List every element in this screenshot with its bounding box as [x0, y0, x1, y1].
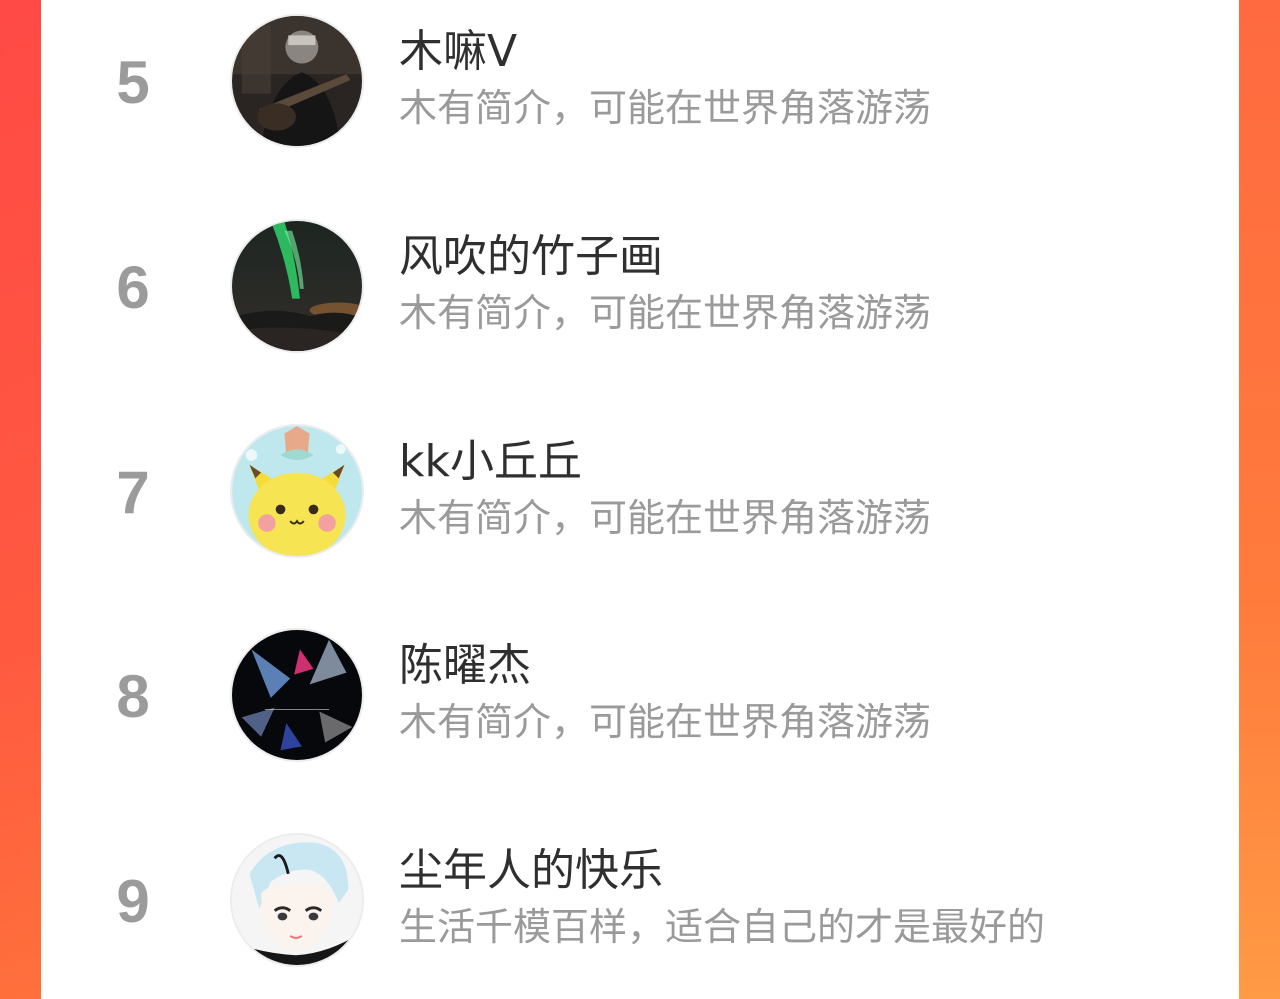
background-accent-right [1238, 0, 1280, 999]
rank-number: 6 [116, 254, 150, 321]
ranking-list-item[interactable]: 8 陈曜杰 木有简介，可能在世界角落游荡 [41, 628, 1239, 778]
user-bio: 木有简介，可能在世界角落游荡 [399, 291, 932, 335]
aurora-landscape-avatar[interactable] [230, 219, 364, 353]
user-name: 风吹的竹子画 [399, 231, 663, 282]
ranking-list-item[interactable]: 5 木嘛V 木有简介，可能在世界角落游荡 [41, 14, 1239, 164]
rank-number: 5 [116, 49, 150, 116]
user-bio: 木有简介，可能在世界角落游荡 [399, 86, 932, 130]
user-bio: 木有简介，可能在世界角落游荡 [399, 700, 932, 744]
ranking-card: 5 木嘛V 木有简介，可能在世界角落游荡 6 风吹的竹子画 木有简介，可能在世界… [41, 0, 1239, 999]
ranking-list-item[interactable]: 9 尘年人的快乐 生活千模百样，适合自己的才是最好的 [41, 833, 1239, 983]
user-bio: 生活千模百样，适合自己的才是最好的 [399, 905, 1046, 949]
rank-number: 8 [116, 663, 150, 730]
user-name: 尘年人的快乐 [399, 845, 663, 896]
anime-boy-avatar[interactable] [230, 833, 364, 967]
guitarist-photo-avatar[interactable] [230, 14, 364, 148]
user-bio: 木有简介，可能在世界角落游荡 [399, 496, 932, 540]
ranking-list-item[interactable]: 7 kk小丘丘 木有简介，可能在世界角落游荡 [41, 424, 1239, 574]
abstract-dark-hazard-avatar[interactable] [230, 628, 364, 762]
rank-number: 7 [116, 459, 150, 526]
user-name: kk小丘丘 [399, 436, 582, 487]
ranking-list-item[interactable]: 6 风吹的竹子画 木有简介，可能在世界角落游荡 [41, 219, 1239, 369]
rank-number: 9 [116, 868, 150, 935]
user-name: 木嘛V [399, 26, 518, 77]
pikachu-cartoon-avatar[interactable] [230, 424, 364, 558]
user-name: 陈曜杰 [399, 640, 531, 691]
